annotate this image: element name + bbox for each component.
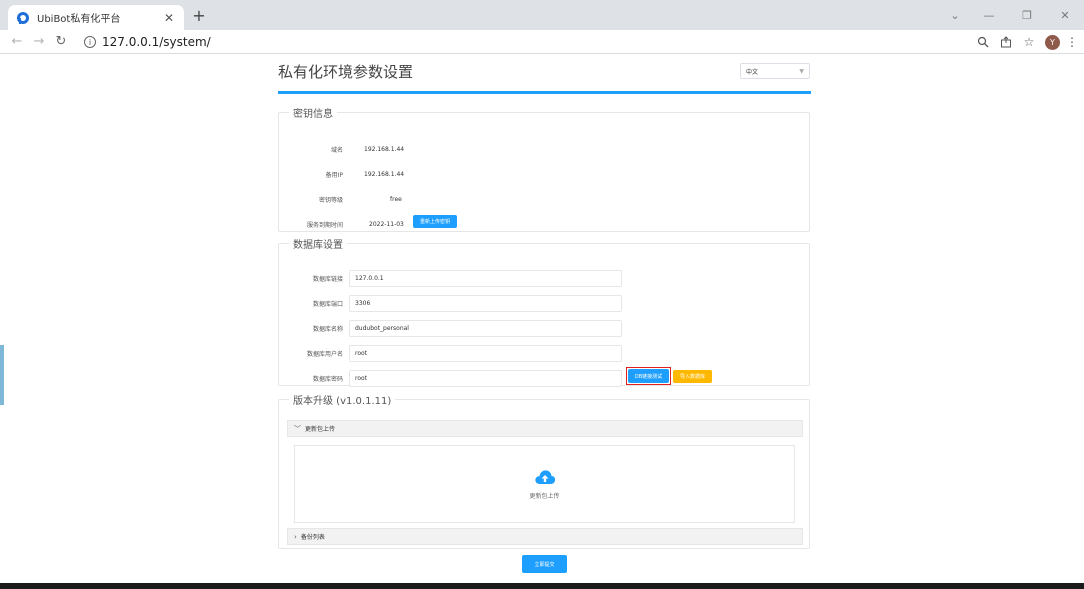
page-title: 私有化环境参数设置 [278,63,414,81]
browser-toolbar: ← → ↻ i 127.0.0.1/system/ ☆ Y ⋮ [0,30,1084,54]
tab-search-chevron-icon[interactable]: ⌄ [940,0,970,30]
url-text: 127.0.0.1/system/ [102,35,211,49]
address-bar[interactable]: i 127.0.0.1/system/ [84,33,950,51]
field-label: 密钥等级 [318,196,343,204]
key-info-section: 密钥信息 域名 192.168.1.44 备用IP 192.168.1.44 密… [278,105,810,232]
field-label: 数据库链接 [312,275,343,283]
submit-button[interactable]: 立即提交 [522,555,567,573]
chevron-down-icon: ▼ [799,67,804,75]
version-upgrade-section: 版本升级 (v1.0.1.11) ﹀ 更新包上传 更新包上传 › 备份列表 [278,392,810,549]
db-test-button[interactable]: DB链接测试 [628,369,669,383]
field-label: 数据库端口 [312,300,343,308]
db-name-input[interactable] [349,320,622,337]
reload-icon[interactable]: ↻ [52,33,70,51]
language-select-value: 中文 [746,68,759,76]
field-value: 2022-11-03 [369,220,404,228]
browser-tab-bar: UbiBot私有化平台 ✕ + ⌄ — ❐ ✕ [0,0,1084,30]
database-section: 数据库设置 数据库链接 数据库端口 数据库名称 数据库用户名 数据库密码 DB链… [278,236,810,387]
site-info-icon[interactable]: i [84,36,96,48]
chevron-right-icon: › [294,532,297,541]
minimize-icon[interactable]: — [970,0,1008,30]
db-host-input[interactable] [349,270,622,287]
chevron-down-icon: ﹀ [294,424,301,433]
backup-panel-title: 备份列表 [300,534,325,541]
forward-arrow-icon[interactable]: → [30,33,48,51]
close-window-icon[interactable]: ✕ [1046,0,1084,30]
db-port-input[interactable] [349,295,622,312]
upload-panel-title: 更新包上传 [305,426,336,433]
field-label: 数据库密码 [312,375,343,383]
field-label: 域名 [330,146,343,154]
os-taskbar [0,583,1084,589]
bookmark-star-icon[interactable]: ☆ [1019,33,1039,51]
field-label: 备用IP [325,171,343,179]
restore-icon[interactable]: ❐ [1008,0,1046,30]
cloud-upload-icon [534,469,555,484]
key-field-expiry: 服务到期时间 2022-11-03 [279,217,539,231]
back-arrow-icon[interactable]: ← [8,33,26,51]
share-icon[interactable] [996,33,1016,51]
field-value: 192.168.1.44 [364,170,405,178]
db-user-input[interactable] [349,345,622,362]
language-select[interactable]: 中文 ▼ [740,63,810,79]
browser-menu-icon[interactable]: ⋮ [1066,35,1078,49]
database-legend: 数据库设置 [293,240,343,251]
db-password-input[interactable] [349,370,622,387]
field-label: 数据库用户名 [306,350,343,358]
field-value: free [390,195,402,203]
reupload-key-button[interactable]: 重新上传密钥 [413,215,457,228]
desktop-window-edge [0,345,4,405]
browser-tab[interactable]: UbiBot私有化平台 ✕ [8,5,184,30]
window-controls: ⌄ — ❐ ✕ [940,0,1084,30]
upload-area-text: 更新包上传 [529,492,560,500]
version-legend: 版本升级 (v1.0.1.11) [293,396,392,407]
key-info-legend: 密钥信息 [293,109,333,120]
upload-dropzone[interactable]: 更新包上传 [294,445,795,523]
ubibot-favicon-icon [16,11,30,25]
new-tab-plus-icon[interactable]: + [190,6,208,25]
db-test-highlight: DB链接测试 [626,367,671,385]
backup-panel-header[interactable]: › 备份列表 [287,528,803,545]
upload-panel-header[interactable]: ﹀ 更新包上传 [287,420,803,437]
zoom-icon[interactable] [973,33,993,51]
field-value: 192.168.1.44 [364,145,405,153]
close-tab-icon[interactable]: ✕ [162,11,176,25]
tab-title: UbiBot私有化平台 [37,14,121,25]
field-label: 数据库名称 [312,325,343,333]
import-db-button[interactable]: 导入数据库 [673,370,712,383]
title-divider [278,91,811,94]
field-label: 服务到期时间 [306,221,343,229]
profile-avatar[interactable]: Y [1045,34,1060,50]
